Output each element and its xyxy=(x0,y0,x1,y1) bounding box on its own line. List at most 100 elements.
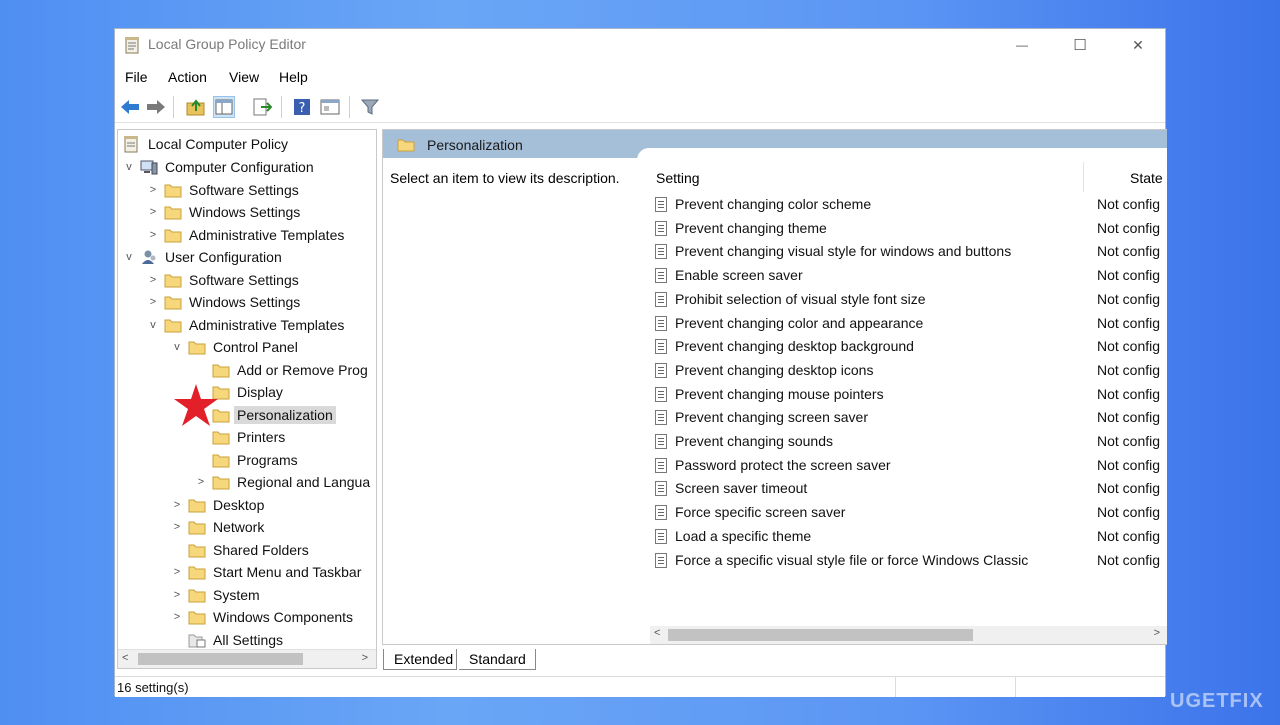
setting-row[interactable]: Prevent changing color and appearance Not… xyxy=(653,313,1167,335)
chevron-right-icon[interactable]: > xyxy=(146,296,160,308)
details-horizontal-scrollbar[interactable]: < > xyxy=(650,626,1167,644)
tab-extended[interactable]: Extended xyxy=(383,649,457,670)
setting-name: Prevent changing theme xyxy=(675,219,827,236)
scroll-right-icon[interactable]: > xyxy=(362,652,368,664)
setting-row[interactable]: Force specific screen saver Not config xyxy=(653,502,1167,524)
folder-icon xyxy=(188,611,206,625)
setting-row[interactable]: Prevent changing color scheme Not config xyxy=(653,194,1167,216)
tree-item[interactable]: v Computer Configuration xyxy=(122,156,313,178)
menu-file[interactable]: File xyxy=(125,69,148,85)
chevron-right-icon[interactable]: > xyxy=(170,589,184,601)
chevron-down-icon[interactable]: v xyxy=(122,251,136,263)
navigation-tree[interactable]: Local Computer Policy v Computer Configur… xyxy=(117,129,377,669)
status-bar: 16 setting(s) xyxy=(115,676,1165,697)
tree-item[interactable]: All Settings xyxy=(170,629,283,651)
policy-setting-icon xyxy=(655,505,667,521)
tree-item[interactable]: Printers xyxy=(194,426,285,448)
chevron-right-icon[interactable]: > xyxy=(170,611,184,623)
chevron-right-icon[interactable]: > xyxy=(146,184,160,196)
setting-name: Prevent changing visual style for window… xyxy=(675,243,1012,260)
chevron-right-icon[interactable]: > xyxy=(146,274,160,286)
tree-item-label: System xyxy=(213,586,260,603)
setting-row[interactable]: Prohibit selection of visual style font … xyxy=(653,289,1167,311)
folder-icon xyxy=(164,229,182,242)
tree-item[interactable]: > Regional and Langua xyxy=(194,471,370,493)
filter-button[interactable] xyxy=(359,96,381,118)
help-icon: ? xyxy=(294,99,310,116)
setting-row[interactable]: Prevent changing visual style for window… xyxy=(653,241,1167,263)
setting-name: Prevent changing color scheme xyxy=(675,196,872,212)
menu-action[interactable]: Action xyxy=(168,69,207,85)
menu-view[interactable]: View xyxy=(229,69,259,85)
tree-item[interactable]: Programs xyxy=(194,449,298,471)
tree-item[interactable]: Shared Folders xyxy=(170,539,309,561)
setting-name: Load a specific theme xyxy=(675,527,812,544)
tree-item[interactable]: > Windows Components xyxy=(170,606,353,628)
tree-item[interactable]: > Administrative Templates xyxy=(146,224,345,246)
filter-icon xyxy=(361,99,379,115)
setting-row[interactable]: Force a specific visual style file or fo… xyxy=(653,550,1167,572)
policy-setting-icon xyxy=(655,268,667,284)
setting-name: Enable screen saver xyxy=(675,267,803,284)
tree-item[interactable]: > Windows Settings xyxy=(146,201,301,223)
tree-item-label: Printers xyxy=(237,429,286,445)
scroll-thumb[interactable] xyxy=(138,653,303,665)
setting-row[interactable]: Prevent changing desktop icons Not config xyxy=(653,360,1167,382)
column-header-state[interactable]: State xyxy=(1130,170,1163,186)
setting-name: Prevent changing screen saver xyxy=(675,409,868,426)
chevron-right-icon[interactable]: > xyxy=(170,566,184,578)
setting-row[interactable]: Load a specific theme Not config xyxy=(653,526,1167,548)
scroll-left-icon[interactable]: < xyxy=(654,627,660,639)
chevron-right-icon[interactable]: > xyxy=(194,476,208,488)
setting-row[interactable]: Prevent changing mouse pointers Not confi… xyxy=(653,384,1167,406)
forward-button[interactable] xyxy=(145,96,167,118)
close-button[interactable]: ✕ xyxy=(1109,29,1167,61)
tree-item[interactable]: v User Configuration xyxy=(122,246,281,268)
scroll-right-icon[interactable]: > xyxy=(1154,627,1160,639)
setting-row[interactable]: Password protect the screen saver Not con… xyxy=(653,455,1167,477)
chevron-right-icon[interactable]: > xyxy=(146,206,160,218)
tree-item[interactable]: Add or Remove Prog xyxy=(194,359,368,381)
tree-item[interactable]: > Desktop xyxy=(170,494,265,516)
chevron-down-icon[interactable]: v xyxy=(122,161,136,173)
export-list-button[interactable] xyxy=(251,96,273,118)
setting-state: Not config xyxy=(1097,433,1161,449)
properties-button[interactable] xyxy=(319,96,341,118)
up-folder-button[interactable] xyxy=(185,96,207,118)
tree-item[interactable]: > System xyxy=(170,584,260,606)
setting-row[interactable]: Enable screen saver Not config xyxy=(653,265,1167,287)
tree-item[interactable]: v Administrative Templates xyxy=(146,314,344,336)
setting-row[interactable]: Prevent changing desktop background Not c… xyxy=(653,336,1167,358)
policy-setting-icon xyxy=(655,410,667,426)
scroll-thumb[interactable] xyxy=(668,629,973,641)
maximize-button[interactable]: ☐ xyxy=(1051,29,1109,61)
setting-row[interactable]: Prevent changing screen saver Not config xyxy=(653,407,1167,429)
chevron-down-icon[interactable]: v xyxy=(170,341,184,353)
scroll-left-icon[interactable]: < xyxy=(122,652,128,664)
setting-row[interactable]: Prevent changing sounds Not config xyxy=(653,431,1167,453)
column-header-setting[interactable]: Setting xyxy=(656,170,700,186)
tree-item[interactable]: > Software Settings xyxy=(146,269,299,291)
setting-row[interactable]: Screen saver timeout Not config xyxy=(653,478,1167,500)
tab-standard[interactable]: Standard xyxy=(459,649,536,670)
tree-root[interactable]: Local Computer Policy xyxy=(122,133,288,155)
tree-item[interactable]: v Control Panel xyxy=(170,336,298,358)
setting-row[interactable]: Prevent changing theme Not config xyxy=(653,218,1167,240)
back-button[interactable] xyxy=(119,96,141,118)
setting-name: Prevent changing desktop background xyxy=(675,338,914,355)
chevron-right-icon[interactable]: > xyxy=(170,499,184,511)
show-hide-tree-button[interactable] xyxy=(213,96,235,118)
tree-item[interactable]: > Windows Settings xyxy=(146,291,301,313)
tree-item[interactable]: > Start Menu and Taskbar xyxy=(170,561,362,583)
chevron-right-icon[interactable]: > xyxy=(146,229,160,241)
watermark-logo: UGETFIX xyxy=(1170,690,1264,712)
menu-help[interactable]: Help xyxy=(279,69,308,85)
tree-horizontal-scrollbar[interactable]: < > xyxy=(118,649,376,668)
column-divider[interactable] xyxy=(1083,162,1084,192)
minimize-button[interactable]: — xyxy=(993,29,1051,61)
chevron-down-icon[interactable]: v xyxy=(146,319,160,331)
tree-item[interactable]: > Software Settings xyxy=(146,179,299,201)
help-button[interactable]: ? xyxy=(291,96,313,118)
tree-item[interactable]: > Network xyxy=(170,516,265,538)
chevron-right-icon[interactable]: > xyxy=(170,521,184,533)
